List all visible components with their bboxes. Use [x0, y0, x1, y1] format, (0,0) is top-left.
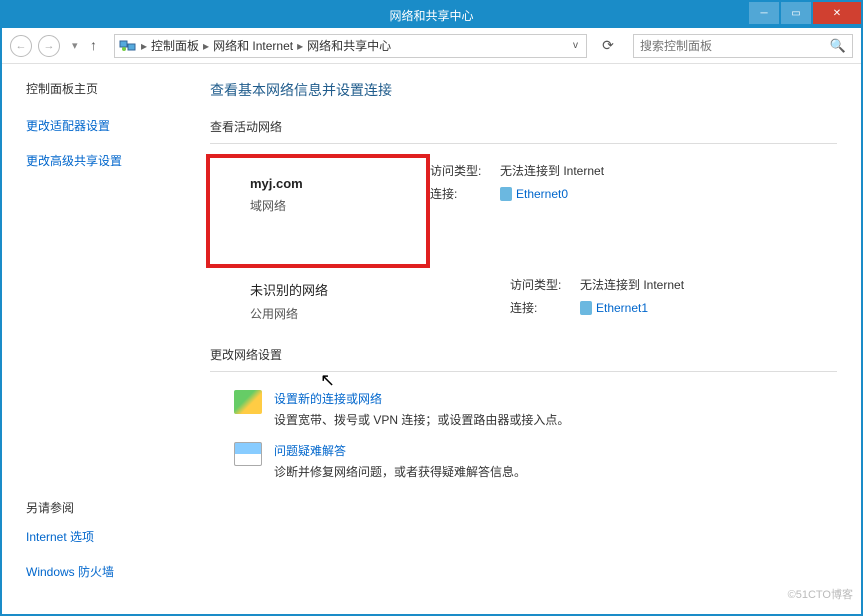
- access-type-value: 无法连接到 Internet: [580, 276, 684, 293]
- refresh-button[interactable]: ⟳: [597, 35, 619, 57]
- sidebar-home[interactable]: 控制面板主页: [26, 80, 190, 97]
- network-name: 未识别的网络: [250, 280, 510, 299]
- forward-button[interactable]: →: [38, 35, 60, 57]
- control-panel-icon: [119, 38, 137, 54]
- network-name: myj.com: [250, 176, 386, 191]
- search-box[interactable]: 🔍: [633, 34, 853, 58]
- address-bar[interactable]: ▸ 控制面板 ▸ 网络和 Internet ▸ 网络和共享中心 v: [114, 34, 587, 58]
- active-networks-label: 查看活动网络: [210, 118, 837, 135]
- window-controls: ─ ▭ ✕: [747, 2, 861, 28]
- breadcrumb-item-controlpanel[interactable]: 控制面板: [151, 37, 199, 54]
- page-heading: 查看基本网络信息并设置连接: [210, 80, 837, 100]
- access-type-label: 访问类型:: [430, 162, 500, 179]
- connection-label: 连接:: [510, 299, 580, 316]
- window-title: 网络和共享中心: [389, 7, 473, 24]
- troubleshoot-link[interactable]: 问题疑难解答: [274, 442, 526, 459]
- address-dropdown[interactable]: v: [573, 40, 578, 51]
- sidebar: 控制面板主页 更改适配器设置 更改高级共享设置 另请参阅 Internet 选项…: [2, 64, 202, 614]
- breadcrumb-separator: ▸: [297, 39, 303, 53]
- network-card-highlighted: myj.com 域网络: [206, 154, 430, 268]
- network-details: 访问类型: 无法连接到 Internet 连接: Ethernet1: [510, 276, 837, 322]
- watermark: ©51CTO博客: [788, 586, 853, 602]
- connection-name: Ethernet1: [596, 301, 648, 315]
- network-card: 未识别的网络 公用网络: [210, 276, 510, 322]
- ethernet-icon: [580, 301, 592, 315]
- access-type-value: 无法连接到 Internet: [500, 162, 604, 179]
- sidebar-link-adapter[interactable]: 更改适配器设置: [26, 117, 190, 134]
- connection-label: 连接:: [430, 185, 500, 202]
- new-connection-link[interactable]: 设置新的连接或网络: [274, 390, 569, 407]
- network-details: 访问类型: 无法连接到 Internet 连接: Ethernet0: [430, 154, 837, 208]
- breadcrumb-item-sharing[interactable]: 网络和共享中心: [307, 37, 391, 54]
- breadcrumb-separator: ▸: [141, 39, 147, 53]
- connection-link[interactable]: Ethernet1: [580, 301, 648, 315]
- troubleshoot-desc: 诊断并修复网络问题，或者获得疑难解答信息。: [274, 463, 526, 480]
- content-area: 控制面板主页 更改适配器设置 更改高级共享设置 另请参阅 Internet 选项…: [2, 64, 861, 614]
- back-button[interactable]: ←: [10, 35, 32, 57]
- main-panel: 查看基本网络信息并设置连接 查看活动网络 myj.com 域网络 访问类型: 无…: [202, 64, 861, 614]
- divider: [210, 143, 837, 144]
- history-dropdown[interactable]: ▾: [72, 39, 84, 52]
- new-connection-desc: 设置宽带、拨号或 VPN 连接；或设置路由器或接入点。: [274, 411, 569, 428]
- connection-name: Ethernet0: [516, 187, 568, 201]
- close-button[interactable]: ✕: [813, 2, 861, 24]
- sidebar-see-also: 另请参阅 Internet 选项 Windows 防火墙: [26, 499, 114, 598]
- minimize-button[interactable]: ─: [749, 2, 779, 24]
- search-input[interactable]: [640, 39, 846, 53]
- access-type-label: 访问类型:: [510, 276, 580, 293]
- up-button[interactable]: ↑: [90, 37, 108, 55]
- troubleshoot-icon: [234, 442, 262, 466]
- network-row: myj.com 域网络 访问类型: 无法连接到 Internet 连接:: [210, 154, 837, 268]
- network-type: 公用网络: [250, 305, 510, 322]
- divider: [210, 371, 837, 372]
- network-type: 域网络: [250, 197, 386, 214]
- see-also-label: 另请参阅: [26, 499, 114, 516]
- sidebar-link-firewall[interactable]: Windows 防火墙: [26, 563, 114, 580]
- breadcrumb-item-network[interactable]: 网络和 Internet: [213, 37, 293, 54]
- action-troubleshoot: 问题疑难解答 诊断并修复网络问题，或者获得疑难解答信息。: [210, 442, 837, 480]
- titlebar: 网络和共享中心 ─ ▭ ✕: [2, 2, 861, 28]
- breadcrumb-separator: ▸: [203, 39, 209, 53]
- connection-link[interactable]: Ethernet0: [500, 187, 568, 201]
- sidebar-link-internet-options[interactable]: Internet 选项: [26, 528, 114, 545]
- network-row: 未识别的网络 公用网络 访问类型: 无法连接到 Internet 连接:: [210, 276, 837, 322]
- maximize-button[interactable]: ▭: [781, 2, 811, 24]
- window: 网络和共享中心 ─ ▭ ✕ ← → ▾ ↑ ▸ 控制面板 ▸ 网络和 Inter…: [0, 0, 863, 616]
- action-new-connection: 设置新的连接或网络 设置宽带、拨号或 VPN 连接；或设置路由器或接入点。: [210, 390, 837, 428]
- search-icon: 🔍: [830, 38, 846, 54]
- change-settings-label: 更改网络设置: [210, 346, 837, 363]
- new-connection-icon: [234, 390, 262, 414]
- toolbar: ← → ▾ ↑ ▸ 控制面板 ▸ 网络和 Internet ▸ 网络和共享中心 …: [2, 28, 861, 64]
- ethernet-icon: [500, 187, 512, 201]
- sidebar-link-sharing[interactable]: 更改高级共享设置: [26, 152, 190, 169]
- networks-list: myj.com 域网络 访问类型: 无法连接到 Internet 连接:: [210, 154, 837, 322]
- change-settings-section: 设置新的连接或网络 设置宽带、拨号或 VPN 连接；或设置路由器或接入点。 问题…: [210, 390, 837, 480]
